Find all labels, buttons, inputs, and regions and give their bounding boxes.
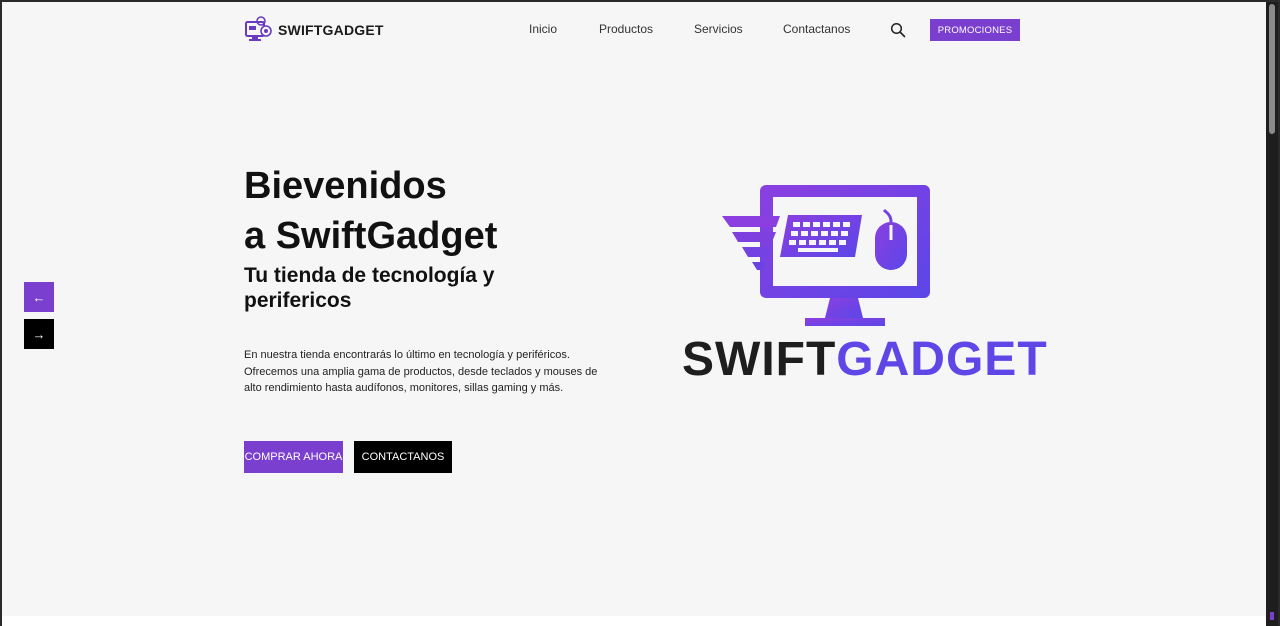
brand-logo-icon (245, 16, 272, 41)
logo-word-swift: SWIFT (682, 333, 837, 386)
search-icon[interactable] (890, 22, 906, 38)
slider-next-button[interactable]: → (24, 319, 54, 349)
comprar-ahora-button[interactable]: COMPRAR AHORA (244, 441, 343, 473)
hero-title-line2: a SwiftGadget (244, 215, 498, 257)
hero-title-line1: Bievenidos (244, 165, 447, 207)
hero-title: Bievenidos a SwiftGadget (244, 161, 497, 261)
promociones-button[interactable]: PROMOCIONES (930, 19, 1020, 41)
nav-inicio[interactable]: Inicio (529, 22, 557, 36)
page-viewport (2, 2, 1266, 616)
brand-name: SWIFTGADGET (278, 22, 384, 38)
scrollbar-marker (1270, 612, 1274, 620)
logo-wordmark: SWIFTGADGET (682, 332, 1048, 388)
arrow-left-icon: ← (32, 289, 46, 305)
brand[interactable]: SWIFTGADGET (244, 14, 384, 46)
scrollbar-thumb[interactable] (1269, 4, 1275, 134)
nav-servicios[interactable]: Servicios (694, 22, 743, 36)
hero-subtitle: Tu tienda de tecnología y perifericos (244, 264, 495, 312)
logo-word-gadget: GADGET (836, 333, 1048, 386)
nav-productos[interactable]: Productos (599, 22, 653, 36)
arrow-right-icon: → (32, 326, 46, 342)
hero-description: En nuestra tienda encontrarás lo último … (244, 349, 598, 394)
contactanos-button[interactable]: CONTACTANOS (354, 441, 452, 473)
next-section-edge (2, 616, 1266, 626)
slider-prev-button[interactable]: ← (24, 282, 54, 312)
nav-contactanos[interactable]: Contactanos (783, 22, 850, 36)
